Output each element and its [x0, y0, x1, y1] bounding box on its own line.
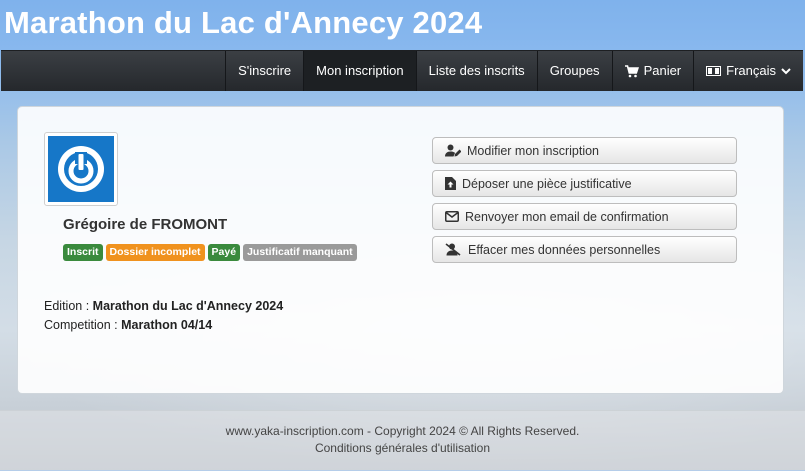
nav-item-mon-inscription[interactable]: Mon inscription — [303, 51, 416, 91]
nav-item-sinscrire[interactable]: S'inscrire — [225, 51, 303, 91]
terms-link[interactable]: Conditions générales d'utilisation — [0, 441, 805, 455]
nav-items: S'inscrire Mon inscription Liste des ins… — [225, 51, 803, 91]
resend-confirmation-email-button[interactable]: Renvoyer mon email de confirmation — [432, 203, 737, 230]
action-buttons: Modifier mon inscription Déposer une piè… — [432, 137, 737, 269]
nav-item-groupes[interactable]: Groupes — [536, 51, 612, 91]
file-upload-icon — [445, 177, 456, 190]
avatar-logo — [48, 136, 114, 202]
site-title: Marathon du Lac d'Annecy 2024 — [4, 5, 483, 40]
nav-item-label: Français — [726, 63, 776, 78]
cart-icon — [624, 64, 639, 77]
nav-item-liste-des-inscrits[interactable]: Liste des inscrits — [415, 51, 537, 91]
top-navbar: S'inscrire Mon inscription Liste des ins… — [1, 50, 803, 91]
edition-value: Marathon du Lac d'Annecy 2024 — [92, 299, 284, 313]
power-icon — [58, 146, 104, 192]
nav-item-panier[interactable]: Panier — [611, 51, 694, 91]
nav-item-label: Mon inscription — [316, 63, 404, 78]
user-name: Grégoire de FROMONT — [63, 216, 228, 233]
upload-document-button[interactable]: Déposer une pièce justificative — [432, 170, 737, 197]
competition-label: Competition : — [44, 318, 118, 332]
footer: www.yaka-inscription.com - Copyright 202… — [0, 410, 805, 471]
delete-personal-data-button[interactable]: Effacer mes données personnelles — [432, 236, 737, 263]
user-remove-icon — [445, 243, 461, 256]
action-label: Renvoyer mon email de confirmation — [465, 209, 669, 224]
registration-info: Edition : Marathon du Lac d'Annecy 2024 … — [44, 297, 283, 335]
nav-item-label: S'inscrire — [238, 63, 292, 78]
competition-row: Competition : Marathon 04/14 — [44, 316, 283, 335]
edition-row: Edition : Marathon du Lac d'Annecy 2024 — [44, 297, 283, 316]
status-badge-paye: Payé — [207, 244, 241, 261]
chevron-down-icon — [781, 67, 791, 74]
edit-registration-button[interactable]: Modifier mon inscription — [432, 137, 737, 164]
nav-item-language[interactable]: Français — [693, 51, 803, 91]
nav-item-label: Groupes — [549, 63, 600, 78]
action-label: Effacer mes données personnelles — [468, 242, 661, 257]
competition-value: Marathon 04/14 — [121, 318, 213, 332]
status-badge-dossier-incomplet: Dossier incomplet — [105, 244, 205, 261]
flag-icon — [706, 66, 722, 76]
footer-copyright: www.yaka-inscription.com - Copyright 202… — [225, 424, 580, 438]
avatar — [44, 132, 118, 206]
edition-label: Edition : — [44, 299, 90, 313]
envelope-icon — [445, 211, 459, 222]
action-label: Modifier mon inscription — [467, 143, 599, 158]
status-badge-inscrit: Inscrit — [63, 244, 103, 261]
status-badges: Inscrit Dossier incomplet Payé Justifica… — [63, 244, 357, 261]
nav-item-label: Liste des inscrits — [428, 63, 525, 78]
registration-card: Grégoire de FROMONT Inscrit Dossier inco… — [17, 106, 784, 394]
action-label: Déposer une pièce justificative — [462, 176, 632, 191]
user-edit-icon — [445, 144, 461, 157]
nav-item-label: Panier — [643, 63, 682, 78]
status-badge-justificatif-manquant: Justificatif manquant — [243, 244, 357, 261]
